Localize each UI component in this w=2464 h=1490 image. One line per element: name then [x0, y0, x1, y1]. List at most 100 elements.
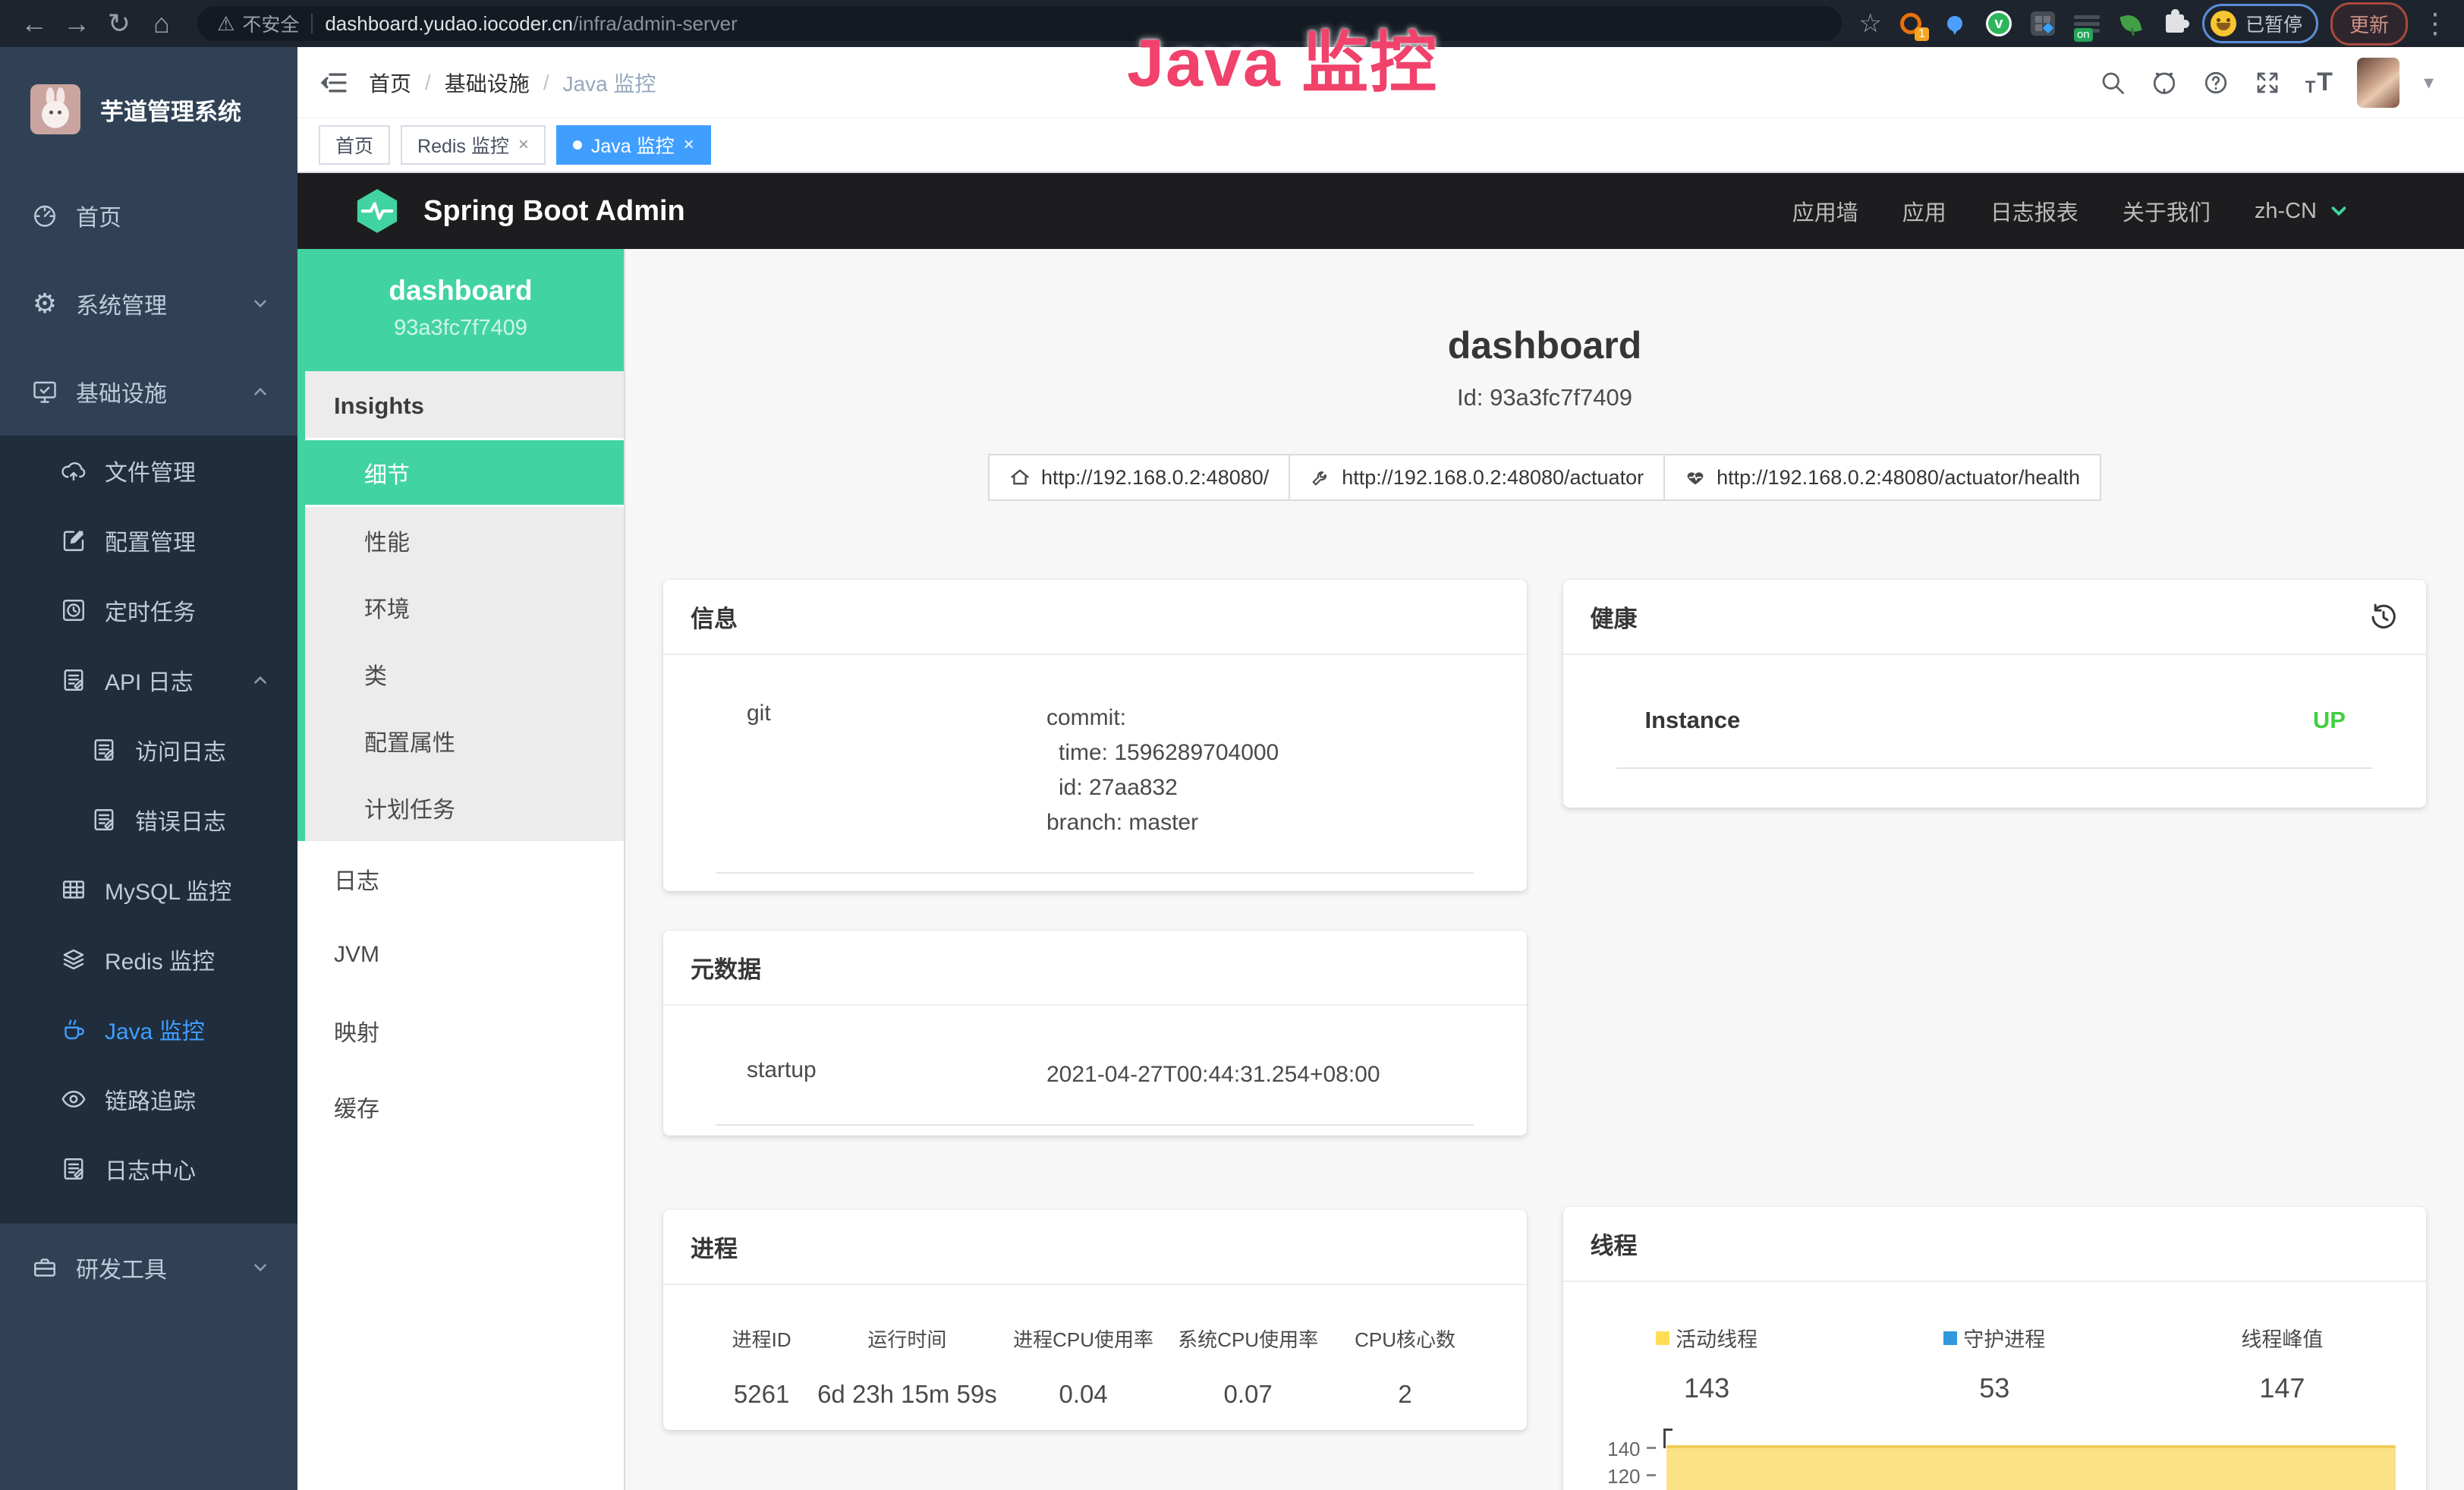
history-icon[interactable]	[2368, 602, 2399, 632]
col-header: 系统CPU使用率	[1164, 1325, 1333, 1353]
git-commit-line: commit:	[1046, 701, 1279, 736]
tick-mark	[1647, 1474, 1656, 1476]
fullscreen-icon[interactable]	[2254, 69, 2281, 96]
url-label: http://192.168.0.2:48080/	[1041, 466, 1269, 490]
breadcrumb-separator: /	[425, 71, 431, 95]
sidebar-item-infra[interactable]: 基础设施	[0, 348, 297, 436]
tab-close-icon[interactable]: ×	[518, 136, 529, 154]
browser-home-button[interactable]: ⌂	[143, 5, 181, 43]
metadata-row: startup 2021-04-27T00:44:31.254+08:00	[716, 1057, 1474, 1126]
search-icon[interactable]	[2099, 69, 2126, 96]
sidebar-collapse-button[interactable]	[319, 68, 349, 98]
breadcrumb-infra[interactable]: 基础设施	[445, 68, 530, 98]
address-bar[interactable]: ⚠ 不安全 dashboard.yudao.iocoder.cn/infra/a…	[197, 6, 1842, 41]
help-icon[interactable]	[2202, 69, 2230, 96]
instance-health-url-button[interactable]: http://192.168.0.2:48080/actuator/health	[1663, 454, 2101, 501]
sidebar-item-trace[interactable]: 链路追踪	[0, 1064, 297, 1134]
sidebar-item-log-center[interactable]: 日志中心	[0, 1134, 297, 1204]
history-clock-icon	[59, 596, 88, 625]
tab-close-icon[interactable]: ×	[684, 136, 694, 154]
security-indicator[interactable]: ⚠ 不安全	[217, 10, 299, 37]
process-panel-title: 进程	[663, 1210, 1527, 1285]
sidebar-item-label: API 日志	[105, 663, 234, 697]
sidebar-item-redis-monitor[interactable]: Redis 监控	[0, 925, 297, 994]
avatar-caret-icon[interactable]: ▾	[2424, 71, 2434, 94]
sidebar-item-mysql-monitor[interactable]: MySQL 监控	[0, 855, 297, 925]
extension-grid[interactable]	[2029, 10, 2056, 37]
edit-square-icon	[59, 526, 88, 555]
sba-nav-mappings[interactable]: 映射	[297, 993, 624, 1069]
cell-value: 6d 23h 15m 59s	[811, 1380, 1002, 1409]
sba-navbar: Spring Boot Admin 应用墙 应用 日志报表 关于我们 zh-CN	[297, 173, 2464, 249]
extension-badge: 1	[1915, 27, 1929, 41]
bookmark-star-icon[interactable]: ☆	[1858, 8, 1881, 39]
sidebar-item-api-log[interactable]: API 日志	[0, 645, 297, 715]
tab-java-monitor[interactable]: Java 监控 ×	[556, 125, 711, 165]
user-avatar[interactable]	[2357, 58, 2399, 108]
instance-actuator-url-button[interactable]: http://192.168.0.2:48080/actuator	[1289, 454, 1665, 501]
sidebar-item-config-manage[interactable]: 配置管理	[0, 506, 297, 575]
chrome-update-button[interactable]: 更新	[2330, 2, 2408, 46]
sidebar-item-dev-tools[interactable]: 研发工具	[0, 1224, 297, 1312]
profile-paused-chip[interactable]: 已暂停	[2202, 4, 2318, 43]
instance-root-url-button[interactable]: http://192.168.0.2:48080/	[988, 454, 1290, 501]
sba-nav-config-props[interactable]: 配置属性	[305, 707, 624, 774]
sba-nav-logs[interactable]: 日志	[297, 841, 624, 917]
sba-menu-applications[interactable]: 应用	[1902, 195, 1946, 227]
browser-forward-button[interactable]: →	[58, 5, 96, 43]
monitor-icon	[30, 377, 59, 406]
breadcrumb-separator: /	[543, 71, 549, 95]
sidebar-item-home[interactable]: 首页	[0, 172, 297, 260]
extension-green-v[interactable]: v	[1985, 10, 2012, 37]
y-tick-120: 120	[1594, 1466, 1641, 1486]
extension-orange-refresh[interactable]: 1	[1897, 10, 1924, 37]
layers-icon	[59, 945, 88, 974]
sba-body: dashboard 93a3fc7f7409 Insights 细节 性能 环境…	[297, 249, 2464, 1490]
github-icon[interactable]	[2151, 69, 2178, 96]
sba-brand[interactable]: Spring Boot Admin	[352, 186, 685, 236]
extension-blue-pin[interactable]	[1941, 10, 1968, 37]
sidebar-item-scheduled-job[interactable]: 定时任务	[0, 575, 297, 645]
sidebar-item-error-log[interactable]: 错误日志	[0, 785, 297, 855]
metadata-panel: 元数据 startup 2021-04-27T00:44:31.254+08:0…	[663, 931, 1527, 1136]
sba-nav-caches[interactable]: 缓存	[297, 1069, 624, 1145]
sba-menu-about[interactable]: 关于我们	[2123, 195, 2211, 227]
browser-reload-button[interactable]: ↻	[100, 5, 138, 43]
tab-label: Redis 监控	[417, 131, 509, 159]
chevron-up-icon	[250, 670, 270, 690]
browser-menu-button[interactable]: ⋮	[2422, 8, 2449, 39]
url-text: dashboard.yudao.iocoder.cn/infra/admin-s…	[325, 12, 737, 36]
extension-switch[interactable]: on	[2073, 10, 2101, 37]
sidebar-item-access-log[interactable]: 访问日志	[0, 715, 297, 785]
sba-nav-performance[interactable]: 性能	[305, 507, 624, 574]
tab-redis-monitor[interactable]: Redis 监控 ×	[401, 125, 546, 165]
sba-locale-select[interactable]: zh-CN	[2255, 199, 2350, 224]
sidebar-item-label: MySQL 监控	[105, 873, 270, 906]
sba-menu-wall[interactable]: 应用墙	[1792, 195, 1858, 227]
annotation-java-monitor: Java 监控	[1127, 9, 1438, 106]
app-frame: 芋道管理系统 首页 ⚙ 系统管理 基础设施 文件管理	[0, 47, 2464, 1490]
app-logo-row[interactable]: 芋道管理系统	[0, 47, 297, 172]
sba-nav-jvm[interactable]: JVM	[297, 917, 624, 993]
extension-leaf[interactable]	[2117, 10, 2145, 37]
forward-icon: →	[63, 8, 90, 39]
sidebar-item-java-monitor[interactable]: Java 监控	[0, 994, 297, 1064]
sidebar-item-system[interactable]: ⚙ 系统管理	[0, 260, 297, 348]
tab-home[interactable]: 首页	[319, 125, 390, 165]
panel-grid: 信息 git commit: time: 1596289704000 id: 2…	[663, 580, 2426, 1490]
stat-value: 147	[2138, 1372, 2426, 1404]
sba-nav-classes[interactable]: 类	[305, 641, 624, 707]
extensions-puzzle-button[interactable]	[2161, 10, 2189, 37]
sba-nav-details[interactable]: 细节	[305, 440, 624, 507]
browser-back-button[interactable]: ←	[15, 5, 53, 43]
sba-nav-scheduled-tasks[interactable]: 计划任务	[305, 774, 624, 841]
sidebar-item-file-manage[interactable]: 文件管理	[0, 436, 297, 506]
insights-section: Insights 细节 性能 环境 类 配置属性 计划任务	[297, 371, 624, 841]
sba-nav-environment[interactable]: 环境	[305, 574, 624, 641]
thread-stats: 活动线程 143 守护进程 53 线程峰值 14	[1563, 1323, 2427, 1404]
font-size-icon[interactable]: TT	[2305, 68, 2333, 97]
git-branch-line: branch: master	[1046, 805, 1279, 840]
sba-menu-log-report[interactable]: 日志报表	[1990, 195, 2079, 227]
breadcrumb-home[interactable]: 首页	[369, 68, 411, 98]
instance-id-line: Id: 93a3fc7f7409	[663, 384, 2426, 411]
